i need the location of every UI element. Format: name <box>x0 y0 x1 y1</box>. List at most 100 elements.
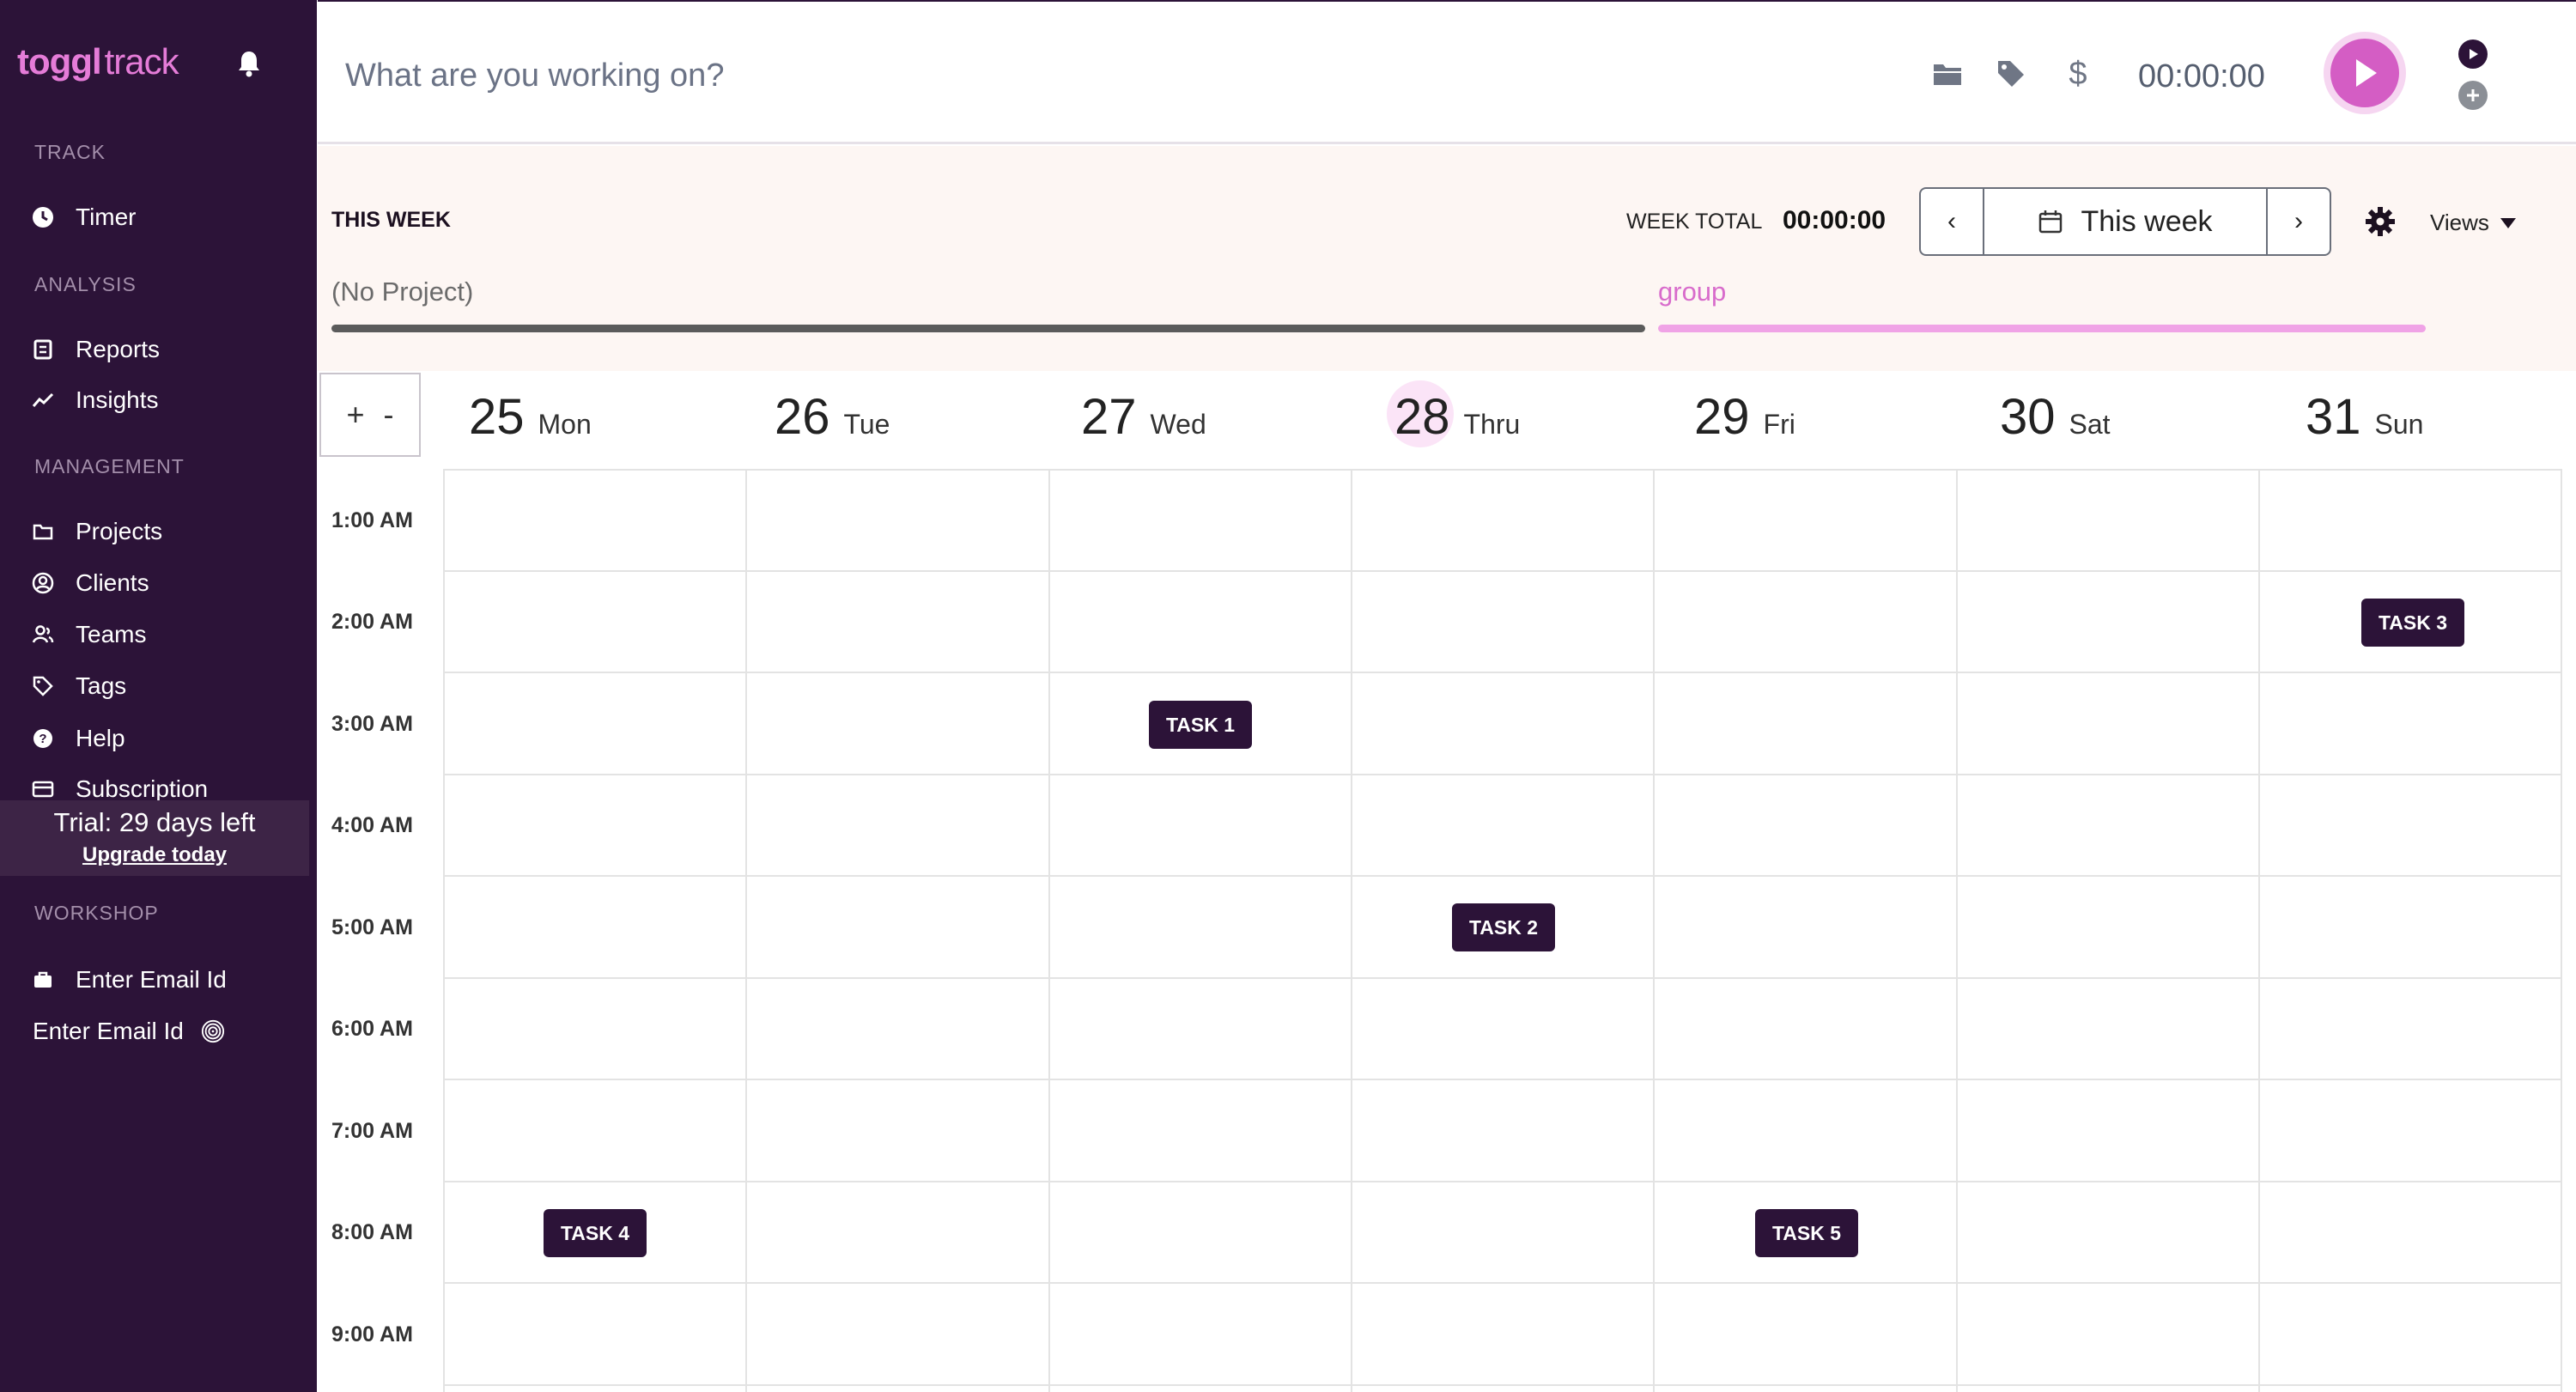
project-group-label: group <box>1658 277 1727 307</box>
team-icon <box>31 623 55 647</box>
sidebar-item-label: Teams <box>76 621 147 647</box>
grid-column-line <box>2561 469 2562 1392</box>
manual-mode-icon[interactable] <box>2458 81 2488 110</box>
sidebar-item-insights[interactable]: Insights <box>31 381 159 419</box>
day-header-sat[interactable]: 30 Sat <box>2000 388 2111 446</box>
caret-down-icon <box>2500 217 2516 228</box>
grid-row-line <box>445 570 2562 572</box>
sidebar-item-workspace[interactable]: Enter Email Id <box>31 961 227 999</box>
day-name: Thru <box>1463 409 1521 440</box>
day-number: 31 <box>2306 389 2361 445</box>
play-icon <box>2356 59 2377 87</box>
grid-row-line <box>445 1181 2562 1182</box>
time-entry-task-5[interactable]: TASK 5 <box>1755 1209 1858 1257</box>
day-name: Tue <box>843 409 890 440</box>
grid-row-line <box>445 875 2562 877</box>
time-entry-task-4[interactable]: TASK 4 <box>544 1209 647 1257</box>
grid-column-line <box>1653 469 1655 1392</box>
trial-banner: Trial: 29 days left Upgrade today <box>0 800 309 876</box>
day-number: 30 <box>2000 389 2056 445</box>
hour-label: 3:00 AM <box>331 712 413 736</box>
zoom-out-button[interactable]: - <box>384 397 394 433</box>
folder-icon <box>31 520 55 544</box>
description-input[interactable] <box>345 50 1461 101</box>
time-entry-task-2[interactable]: TASK 2 <box>1452 903 1555 951</box>
grid-row-line <box>445 1384 2562 1386</box>
sidebar: toggltrack TRACK Timer ANALYSIS Reports … <box>0 0 317 1392</box>
sidebar-item-reports[interactable]: Reports <box>31 331 160 368</box>
client-icon <box>31 571 55 595</box>
day-name: Fri <box>1763 409 1795 440</box>
bell-icon[interactable] <box>237 50 261 77</box>
sidebar-item-clients[interactable]: Clients <box>31 564 149 602</box>
timer-mode-icon[interactable] <box>2458 40 2488 69</box>
gear-icon[interactable] <box>2365 206 2396 237</box>
day-number: 28 <box>1394 389 1450 445</box>
upgrade-link[interactable]: Upgrade today <box>0 843 309 867</box>
help-icon: ? <box>31 726 55 751</box>
hour-label: 7:00 AM <box>331 1119 413 1143</box>
sidebar-item-label: Timer <box>76 204 137 230</box>
project-no-project-label: (No Project) <box>331 277 474 307</box>
hour-label: 4:00 AM <box>331 813 413 837</box>
sidebar-item-label: Help <box>76 725 125 751</box>
week-summary: THIS WEEK WEEK TOTAL 00:00:00 ‹ This wee… <box>318 146 2576 371</box>
clock-icon <box>31 205 55 229</box>
grid-row-line <box>445 1079 2562 1080</box>
zoom-in-button[interactable]: + <box>346 397 364 433</box>
timer-display: 00:00:00 <box>2138 58 2265 94</box>
day-header-tue[interactable]: 26 Tue <box>775 388 890 446</box>
grid-column-line <box>1048 469 1050 1392</box>
profile-menu[interactable]: Enter Email Id <box>33 1012 225 1050</box>
folder-icon[interactable] <box>1930 57 1965 91</box>
sidebar-item-label: Clients <box>76 569 149 596</box>
sidebar-item-tags[interactable]: Tags <box>31 667 126 705</box>
calendar-grid[interactable]: 1:00 AM 2:00 AM 3:00 AM 4:00 AM 5:00 AM … <box>318 469 2576 1392</box>
sidebar-item-projects[interactable]: Projects <box>31 513 162 550</box>
project-group-bar <box>1658 325 2426 332</box>
hour-label: 2:00 AM <box>331 610 413 634</box>
views-dropdown[interactable]: Views <box>2430 210 2517 236</box>
previous-week-button[interactable]: ‹ <box>1921 189 1983 254</box>
day-header-sun[interactable]: 31 Sun <box>2306 388 2423 446</box>
briefcase-icon <box>31 968 55 992</box>
day-header-row: + - 25 Mon 26 Tue 27 Wed 28 Thru 29 Fri 30 Sat… <box>318 371 2576 457</box>
day-header-mon[interactable]: 25 Mon <box>469 388 592 446</box>
day-header-wed[interactable]: 27 Wed <box>1081 388 1206 446</box>
avatar-icon <box>201 1019 225 1043</box>
sidebar-item-help[interactable]: ? Help <box>31 720 125 757</box>
time-entry-task-1[interactable]: TASK 1 <box>1149 701 1252 749</box>
day-name: Sat <box>2069 409 2111 440</box>
grid-column-line <box>1956 469 1958 1392</box>
sidebar-item-timer[interactable]: Timer <box>31 198 137 236</box>
logo-product: track <box>104 41 179 82</box>
calendar-icon <box>2039 210 2063 234</box>
grid-row-line <box>445 469 2562 471</box>
day-header-fri[interactable]: 29 Fri <box>1694 388 1795 446</box>
hour-label: 6:00 AM <box>331 1017 413 1041</box>
grid-row-line <box>445 774 2562 775</box>
sidebar-item-label: Insights <box>76 386 159 413</box>
time-entry-task-3[interactable]: TASK 3 <box>2361 599 2464 647</box>
logo-brand: toggl <box>17 41 102 82</box>
credit-card-icon <box>31 777 55 801</box>
next-week-button[interactable]: › <box>2268 189 2330 254</box>
trial-text: Trial: 29 days left <box>53 807 256 837</box>
sidebar-item-label: Tags <box>76 672 127 699</box>
day-number: 26 <box>775 389 830 445</box>
sidebar-item-teams[interactable]: Teams <box>31 616 146 653</box>
toggl-track-logo[interactable]: toggltrack <box>17 41 179 82</box>
day-name: Mon <box>538 409 592 440</box>
profile-label: Enter Email Id <box>33 1018 184 1044</box>
start-timer-button[interactable] <box>2330 39 2399 107</box>
date-range-button[interactable]: This week <box>1983 189 2268 254</box>
day-header-thu[interactable]: 28 Thru <box>1394 388 1520 446</box>
dollar-icon[interactable]: $ <box>2061 56 2095 92</box>
week-total-value: 00:00:00 <box>1783 206 1886 234</box>
sidebar-item-label: Subscription <box>76 775 209 802</box>
grid-row-line <box>445 672 2562 673</box>
svg-text:?: ? <box>39 732 46 746</box>
hour-label: 9:00 AM <box>331 1322 413 1346</box>
day-number: 27 <box>1081 389 1137 445</box>
tag-icon[interactable] <box>1994 57 2028 91</box>
